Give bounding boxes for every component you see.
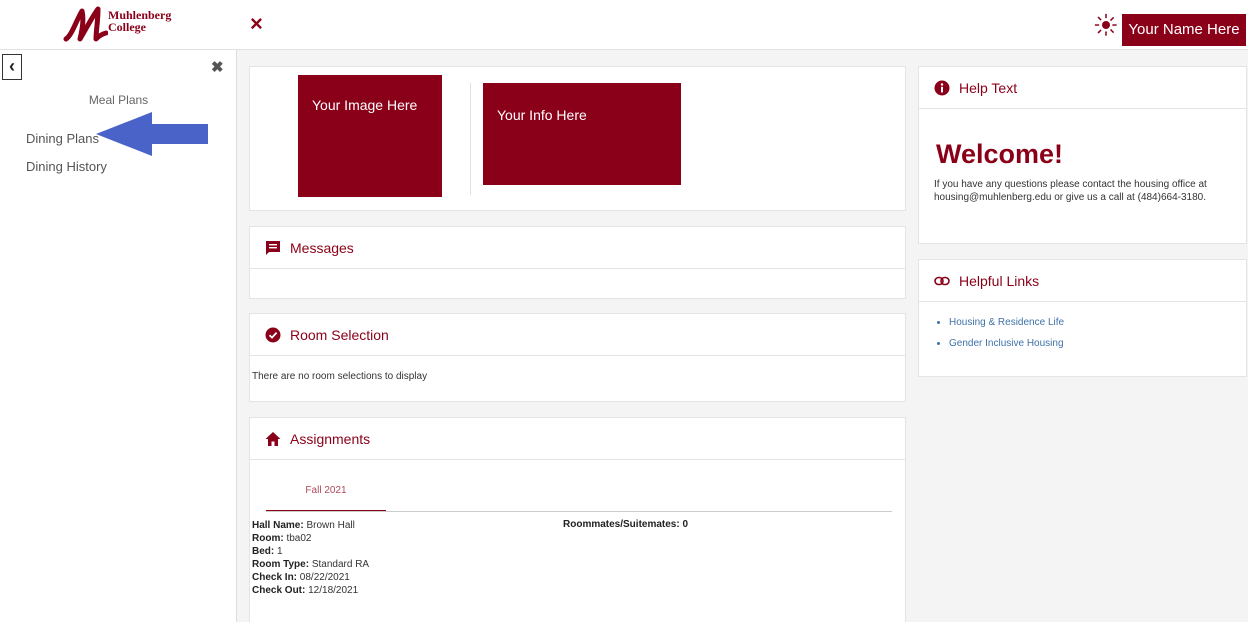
room-selection-empty-text: There are no room selections to display xyxy=(252,371,428,382)
messages-header: Messages xyxy=(250,227,905,269)
assignments-title: Assignments xyxy=(290,430,371,447)
sidebar-title: Meal Plans xyxy=(88,93,149,107)
links-card: Helpful Links Housing & Residence Life G… xyxy=(918,259,1247,377)
sidebar-item-dining-plans[interactable]: Dining Plans xyxy=(26,131,99,146)
link-icon xyxy=(934,276,950,285)
tab-underline xyxy=(266,511,892,512)
tab-fall-2021[interactable]: Fall 2021 xyxy=(266,480,386,512)
sidebar-close-icon[interactable]: ✖ xyxy=(211,58,224,76)
help-header: Help Text xyxy=(919,67,1246,109)
messages-title: Messages xyxy=(290,239,354,256)
detail-room-type: Room Type: Standard RA xyxy=(252,559,370,570)
chevron-left-icon[interactable]: ‹ xyxy=(2,54,22,80)
assignment-details: Hall Name: Brown Hall Room: tba02 Bed: 1… xyxy=(252,519,369,597)
links-header: Helpful Links xyxy=(919,260,1246,302)
help-body: If you have any questions please contact… xyxy=(934,179,1207,203)
room-selection-header: Room Selection xyxy=(250,314,905,356)
detail-hall: Hall Name: Brown Hall xyxy=(252,520,355,531)
logo-text: Muhlenberg College xyxy=(108,8,172,34)
info-icon xyxy=(934,80,950,95)
messages-card: Messages xyxy=(249,226,906,299)
welcome-heading: Welcome! xyxy=(936,139,1064,169)
top-bar: Muhlenberg College × Your Name Here xyxy=(0,0,1248,50)
roommates-count: Roommates/Suitemates: 0 xyxy=(563,519,689,530)
detail-check-out: Check Out: 12/18/2021 xyxy=(252,585,359,596)
home-icon xyxy=(265,431,281,446)
check-circle-icon xyxy=(265,327,281,342)
user-menu-button[interactable]: Your Name Here xyxy=(1122,14,1246,46)
college-logo[interactable]: Muhlenberg College xyxy=(62,5,182,45)
links-list: Housing & Residence Life Gender Inclusiv… xyxy=(949,317,1064,359)
detail-room: Room: tba02 xyxy=(252,533,312,544)
help-card: Help Text Welcome! If you have any quest… xyxy=(918,66,1247,244)
detail-bed: Bed: 1 xyxy=(252,546,283,557)
room-selection-card: Room Selection There are no room selecti… xyxy=(249,313,906,402)
divider xyxy=(470,83,471,195)
profile-image-placeholder: Your Image Here xyxy=(298,75,442,197)
close-icon[interactable]: × xyxy=(250,13,263,35)
help-title: Help Text xyxy=(959,79,1018,96)
profile-info-placeholder: Your Info Here xyxy=(483,83,681,185)
links-title: Helpful Links xyxy=(959,272,1040,289)
detail-check-in: Check In: 08/22/2021 xyxy=(252,572,350,583)
room-selection-title: Room Selection xyxy=(290,326,389,343)
link-gender-inclusive-housing[interactable]: Gender Inclusive Housing xyxy=(949,338,1064,349)
sidebar-item-dining-history[interactable]: Dining History xyxy=(26,159,107,174)
message-icon xyxy=(266,240,280,255)
assignments-header: Assignments xyxy=(250,418,905,460)
sun-icon[interactable] xyxy=(1094,13,1118,37)
assignments-card: Assignments Fall 2021 Hall Name: Brown H… xyxy=(249,417,906,622)
room-selection-body: There are no room selections to display xyxy=(250,356,905,382)
pointer-arrow-icon xyxy=(96,112,208,156)
profile-card: Your Image Here Your Info Here xyxy=(249,66,906,211)
sidebar: ‹ ✖ Meal Plans Dining Plans Dining Histo… xyxy=(0,50,237,622)
muhlenberg-m-icon xyxy=(63,6,109,42)
link-housing-residence-life[interactable]: Housing & Residence Life xyxy=(949,317,1064,328)
